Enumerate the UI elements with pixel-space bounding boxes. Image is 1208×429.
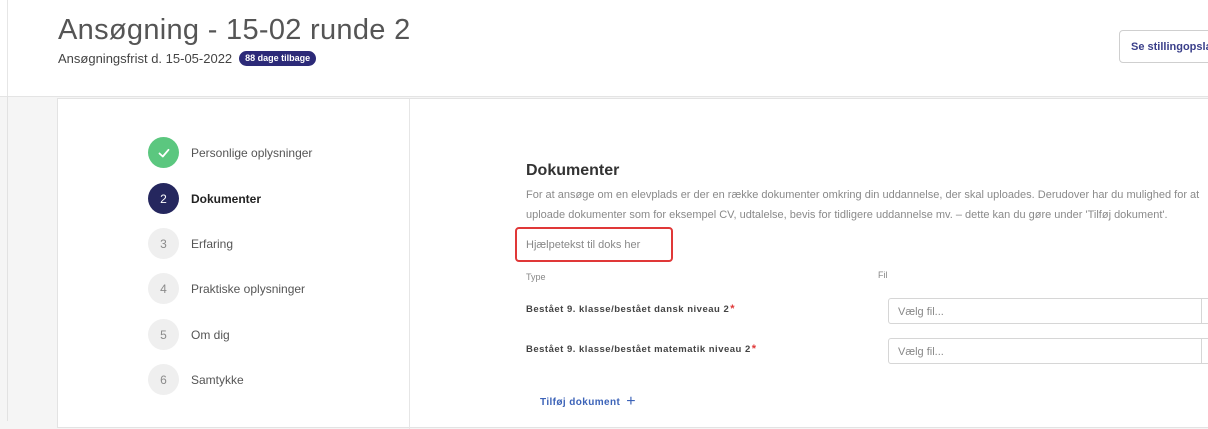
section-title: Dokumenter	[526, 162, 620, 179]
add-document-label: Tilføj dokument	[540, 396, 621, 408]
step-experience[interactable]: 3 Erfaring	[148, 228, 233, 259]
plus-icon[interactable]: +	[1201, 299, 1208, 323]
step-label: Om dig	[191, 327, 230, 342]
document-label: Bestået 9. klasse/bestået matematik nive…	[526, 343, 757, 355]
column-header-file: Fil	[878, 270, 888, 280]
step-label: Samtykke	[191, 372, 244, 387]
file-placeholder: Vælg fil...	[898, 306, 944, 318]
step-practical-info[interactable]: 4 Praktiske oplysninger	[148, 273, 305, 304]
step-number: 3	[148, 228, 179, 259]
document-label: Bestået 9. klasse/bestået dansk niveau 2…	[526, 303, 735, 315]
step-about-you[interactable]: 5 Om dig	[148, 319, 230, 350]
step-sidebar: Personlige oplysninger 2 Dokumenter 3 Er…	[58, 99, 410, 429]
column-header-type: Type	[526, 272, 546, 282]
file-input-dansk[interactable]: Vælg fil... +	[888, 298, 1208, 324]
divider	[7, 0, 8, 96]
step-label: Erfaring	[191, 236, 234, 251]
file-input-matematik[interactable]: Vælg fil... +	[888, 338, 1208, 364]
plus-icon[interactable]: +	[1201, 339, 1208, 363]
step-number: 6	[148, 364, 179, 395]
help-text: Hjælpetekst til doks her	[526, 239, 641, 251]
step-consent[interactable]: 6 Samtykke	[148, 364, 244, 395]
step-number: 2	[148, 183, 179, 214]
document-label-text: Bestået 9. klasse/bestået dansk niveau 2	[526, 304, 730, 315]
step-label: Praktiske oplysninger	[191, 281, 306, 296]
divider	[7, 96, 8, 421]
required-mark: *	[751, 343, 757, 355]
deadline-text: Ansøgningsfrist d. 15-05-2022	[58, 51, 233, 66]
deadline-row: Ansøgningsfrist d. 15-05-2022 88 dage ti…	[58, 51, 317, 66]
page-header: Ansøgning - 15-02 runde 2 Ansøgningsfris…	[0, 0, 1208, 97]
add-document-button[interactable]: Tilføj dokument +	[540, 393, 636, 411]
job-posting-button[interactable]: Se stillingopslag	[1119, 30, 1208, 63]
step-label: Personlige oplysninger	[191, 145, 313, 160]
check-icon	[148, 137, 179, 168]
days-left-badge: 88 dage tilbage	[239, 51, 317, 66]
document-label-text: Bestået 9. klasse/bestået matematik nive…	[526, 344, 751, 355]
file-placeholder: Vælg fil...	[898, 346, 944, 358]
section-description: For at ansøge om en elevplads er der en …	[526, 189, 1200, 221]
step-documents[interactable]: 2 Dokumenter	[148, 183, 261, 214]
step-personal-info[interactable]: Personlige oplysninger	[148, 137, 312, 168]
required-mark: *	[730, 303, 736, 315]
step-number: 4	[148, 273, 179, 304]
plus-icon: +	[626, 393, 637, 410]
application-card: Personlige oplysninger 2 Dokumenter 3 Er…	[57, 98, 1208, 429]
step-number: 5	[148, 319, 179, 350]
page-title: Ansøgning - 15-02 runde 2	[58, 14, 411, 46]
step-label: Dokumenter	[191, 191, 262, 206]
